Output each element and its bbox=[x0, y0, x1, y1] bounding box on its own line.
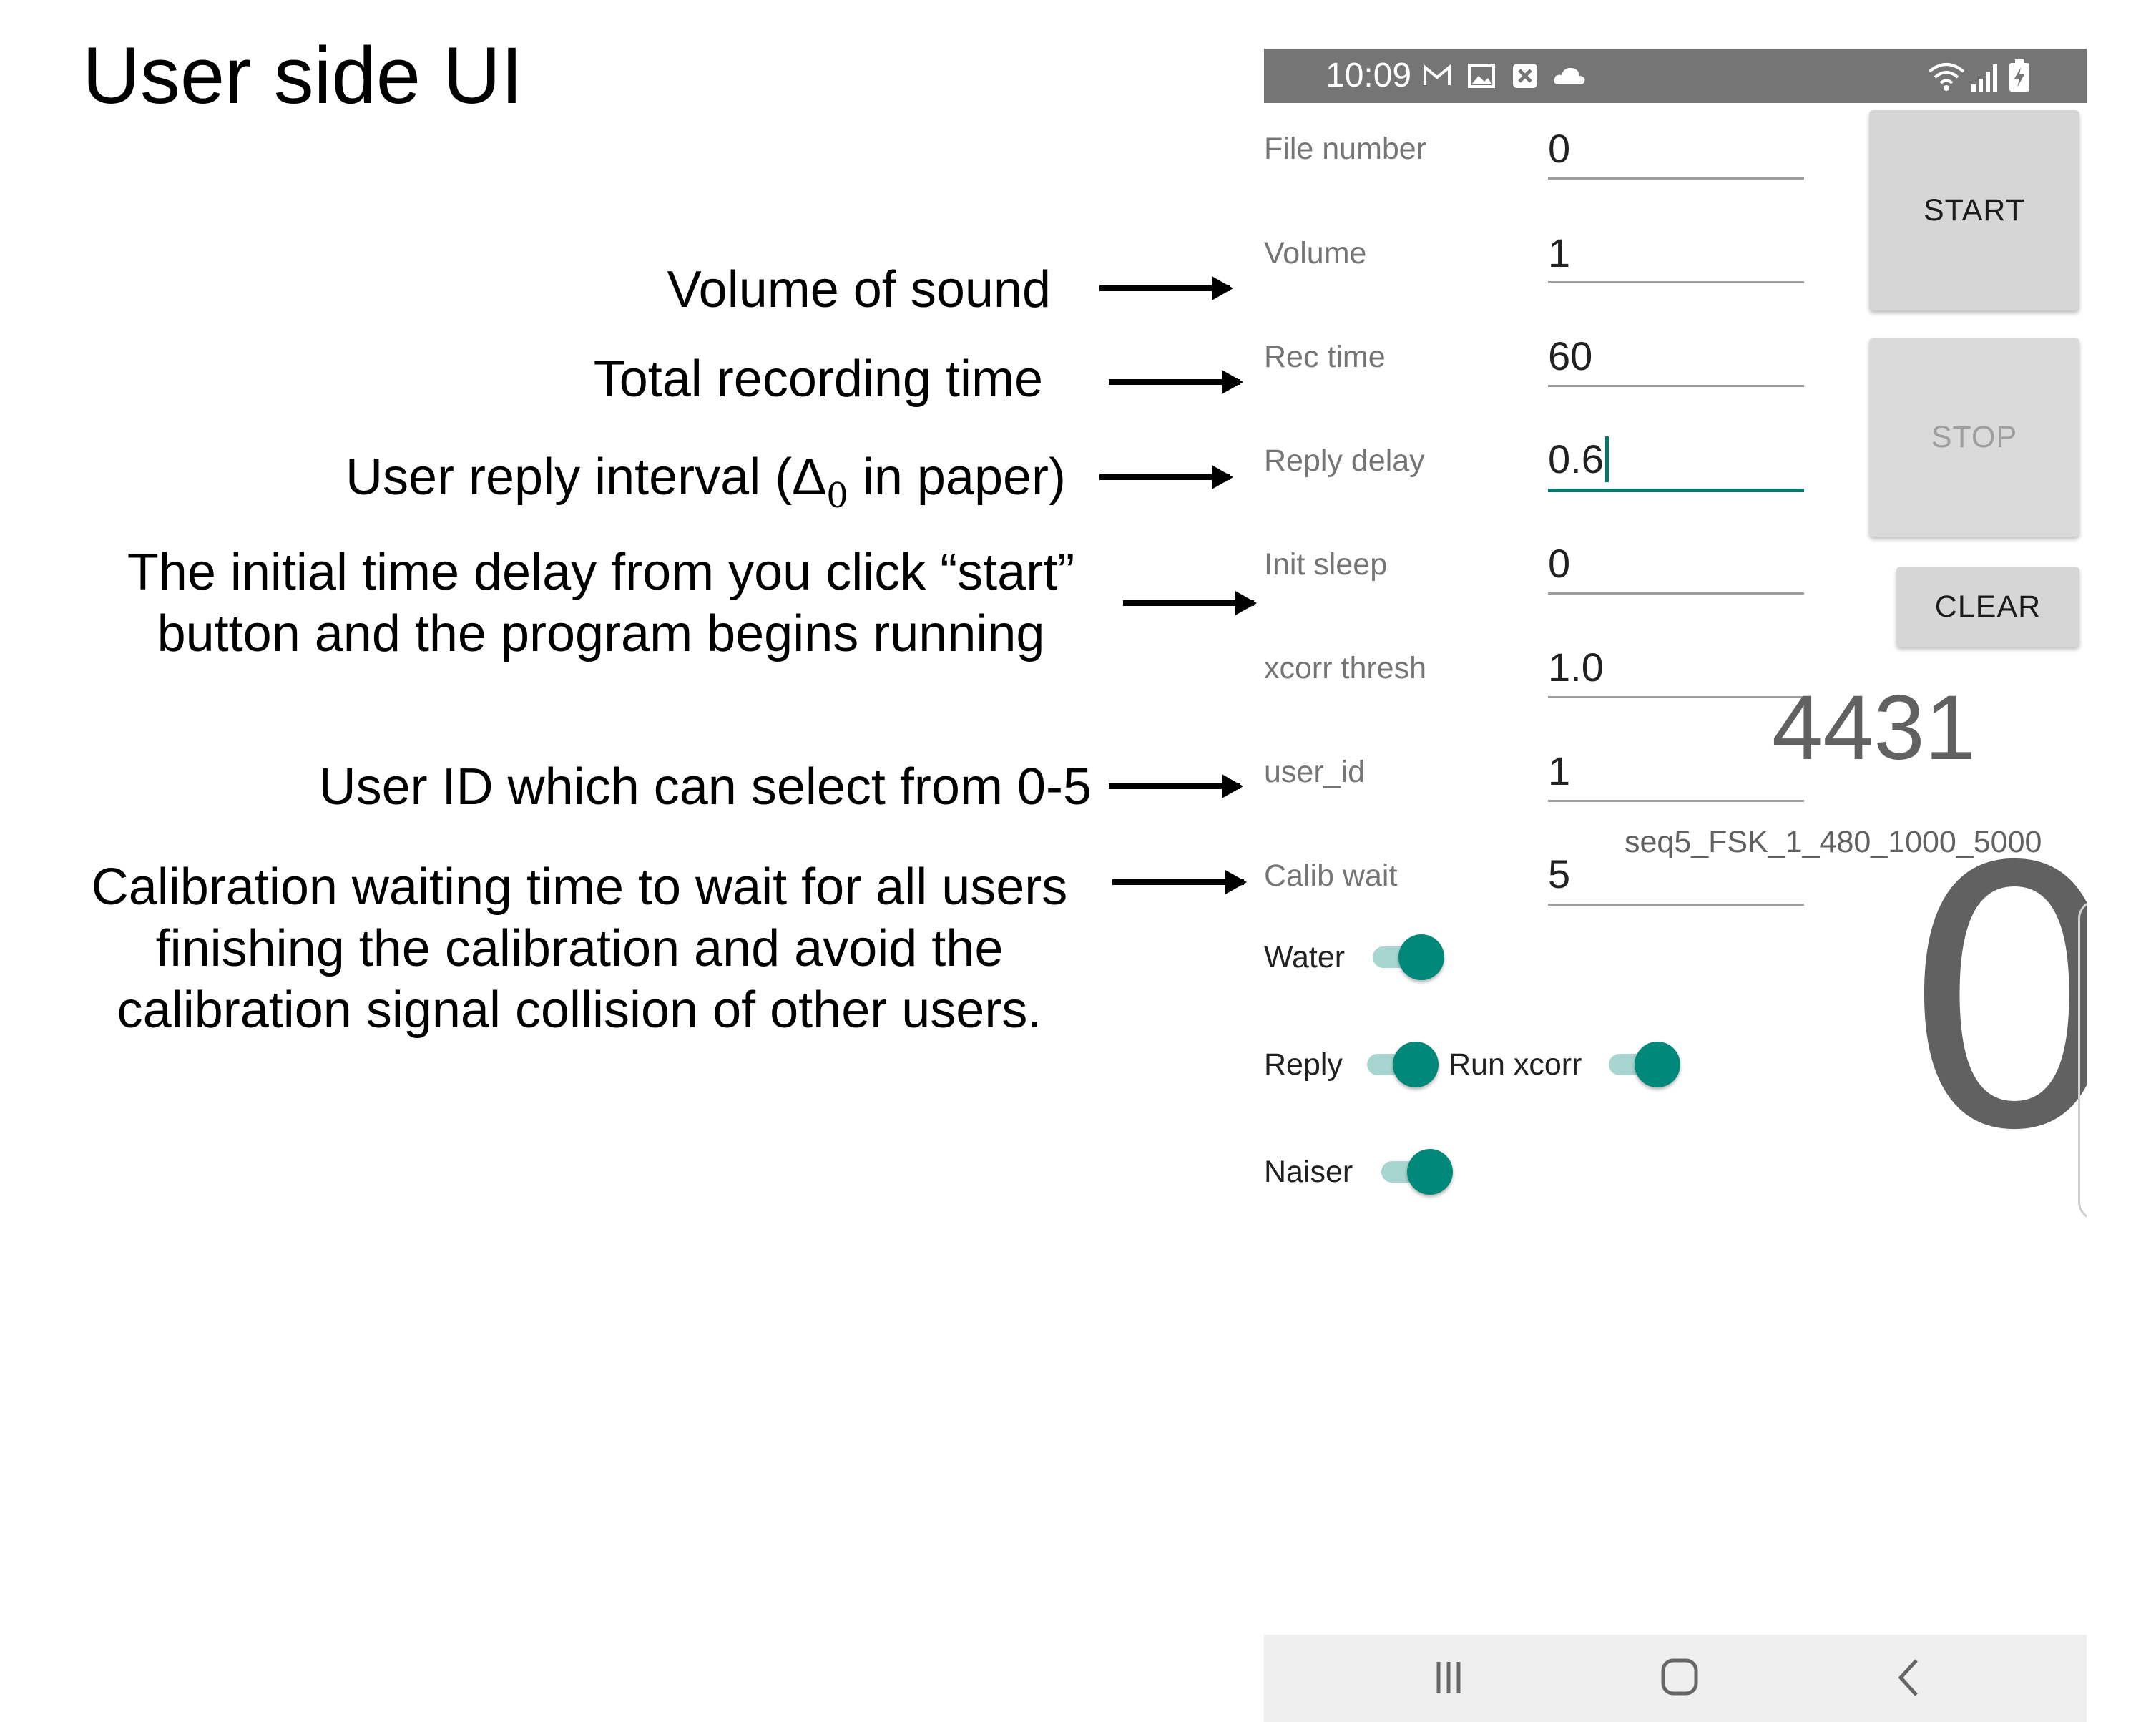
start-button[interactable]: START bbox=[1869, 110, 2079, 310]
wifi-icon bbox=[1926, 59, 1966, 93]
home-icon[interactable] bbox=[1650, 1656, 1707, 1699]
user-id-input[interactable]: 1 bbox=[1548, 748, 1570, 794]
cloud-icon bbox=[1552, 62, 1587, 90]
arrow-calib-wait bbox=[1112, 870, 1247, 894]
image-icon bbox=[1467, 62, 1496, 90]
arrow-rec-time bbox=[1109, 370, 1243, 394]
annotation-user-id: User ID which can select from 0-5 bbox=[318, 758, 1092, 816]
water-label: Water bbox=[1264, 940, 1346, 974]
reply-delay-label: Reply delay bbox=[1264, 444, 1425, 478]
back-icon[interactable] bbox=[1881, 1656, 1938, 1699]
reply-delay-value: 0.6 bbox=[1548, 436, 1604, 481]
annotation-volume: Volume of sound bbox=[667, 261, 1051, 318]
annotation-calib-wait: Calibration waiting time to wait for all… bbox=[64, 856, 1094, 1041]
run-xcorr-switch-thumb bbox=[1635, 1042, 1680, 1087]
annotation-reply-delay-text-end: in paper) bbox=[848, 449, 1066, 506]
annotation-reply-delay-text: User reply interval (Δ bbox=[346, 449, 827, 506]
signal-icon bbox=[1970, 59, 2001, 93]
text-cursor bbox=[1604, 436, 1609, 482]
rec-time-underline bbox=[1548, 385, 1804, 387]
reply-delay-input[interactable]: 0.6 bbox=[1548, 436, 1609, 482]
file-number-underline bbox=[1548, 177, 1804, 180]
init-sleep-underline bbox=[1548, 592, 1804, 595]
xcorr-thresh-input[interactable]: 1.0 bbox=[1548, 645, 1604, 690]
calib-wait-label: Calib wait bbox=[1264, 858, 1398, 893]
arrow-volume bbox=[1099, 276, 1233, 300]
water-switch[interactable] bbox=[1373, 934, 1444, 980]
rec-time-input[interactable]: 60 bbox=[1548, 333, 1592, 379]
run-xcorr-switch[interactable] bbox=[1609, 1042, 1680, 1087]
stop-button[interactable]: STOP bbox=[1869, 338, 2079, 537]
water-switch-thumb bbox=[1398, 934, 1444, 980]
volume-label: Volume bbox=[1264, 236, 1367, 270]
annotation-init-sleep: The initial time delay from you click “s… bbox=[72, 542, 1130, 665]
battery-charging-icon bbox=[2006, 59, 2032, 93]
annotation-rec-time: Total recording time bbox=[593, 351, 1043, 408]
naiser-switch[interactable] bbox=[1381, 1149, 1453, 1195]
annotation-init-sleep-line1: The initial time delay from you click “s… bbox=[127, 544, 1075, 601]
calib-wait-underline bbox=[1548, 904, 1804, 906]
rec-time-label: Rec time bbox=[1264, 340, 1386, 374]
close-box-icon bbox=[1511, 62, 1539, 90]
volume-underline bbox=[1548, 281, 1804, 283]
annotation-reply-delay-subscript: 0 bbox=[826, 476, 848, 516]
navigation-bar bbox=[1264, 1635, 2087, 1722]
status-time: 10:09 bbox=[1326, 57, 1412, 94]
status-bar: 10:09 bbox=[1264, 49, 2087, 103]
file-number-input[interactable]: 0 bbox=[1548, 126, 1570, 172]
reply-label: Reply bbox=[1264, 1047, 1343, 1082]
side-panel-edge bbox=[2078, 900, 2087, 1220]
volume-input[interactable]: 1 bbox=[1548, 230, 1570, 276]
sample-count: 4431 bbox=[1772, 677, 1976, 779]
annotation-init-sleep-line2: button and the program begins running bbox=[157, 605, 1045, 662]
reply-switch-thumb bbox=[1393, 1042, 1439, 1087]
user-id-underline bbox=[1548, 800, 1804, 802]
xcorr-thresh-label: xcorr thresh bbox=[1264, 651, 1427, 685]
init-sleep-label: Init sleep bbox=[1264, 547, 1388, 582]
init-sleep-input[interactable]: 0 bbox=[1548, 541, 1570, 587]
slide-title: User side UI bbox=[82, 31, 524, 120]
annotation-calib-line1: Calibration waiting time to wait for all… bbox=[91, 858, 1068, 916]
reply-switch[interactable] bbox=[1367, 1042, 1439, 1087]
annotation-calib-line3: calibration signal collision of other us… bbox=[117, 982, 1042, 1039]
phone-screen: 10:09 File number 0 Volume 1 Rec time 60… bbox=[1264, 49, 2087, 1722]
annotation-calib-line2: finishing the calibration and avoid the bbox=[155, 920, 1004, 977]
naiser-label: Naiser bbox=[1264, 1155, 1353, 1189]
big-counter: 0 bbox=[1901, 792, 2087, 1208]
arrow-reply-delay bbox=[1099, 465, 1233, 489]
arrow-init-sleep bbox=[1123, 591, 1257, 615]
naiser-switch-thumb bbox=[1407, 1149, 1453, 1195]
file-number-label: File number bbox=[1264, 132, 1427, 166]
annotation-reply-delay: User reply interval (Δ0 in paper) bbox=[136, 446, 1066, 527]
reply-delay-underline bbox=[1548, 489, 1804, 492]
run-xcorr-label: Run xcorr bbox=[1449, 1047, 1582, 1082]
calib-wait-input[interactable]: 5 bbox=[1548, 851, 1570, 897]
gmail-icon bbox=[1423, 62, 1451, 90]
xcorr-thresh-underline bbox=[1548, 696, 1804, 698]
user-id-label: user_id bbox=[1264, 755, 1366, 789]
clear-button[interactable]: CLEAR bbox=[1896, 567, 2079, 647]
recent-apps-icon[interactable] bbox=[1420, 1656, 1477, 1699]
arrow-user-id bbox=[1109, 774, 1243, 798]
